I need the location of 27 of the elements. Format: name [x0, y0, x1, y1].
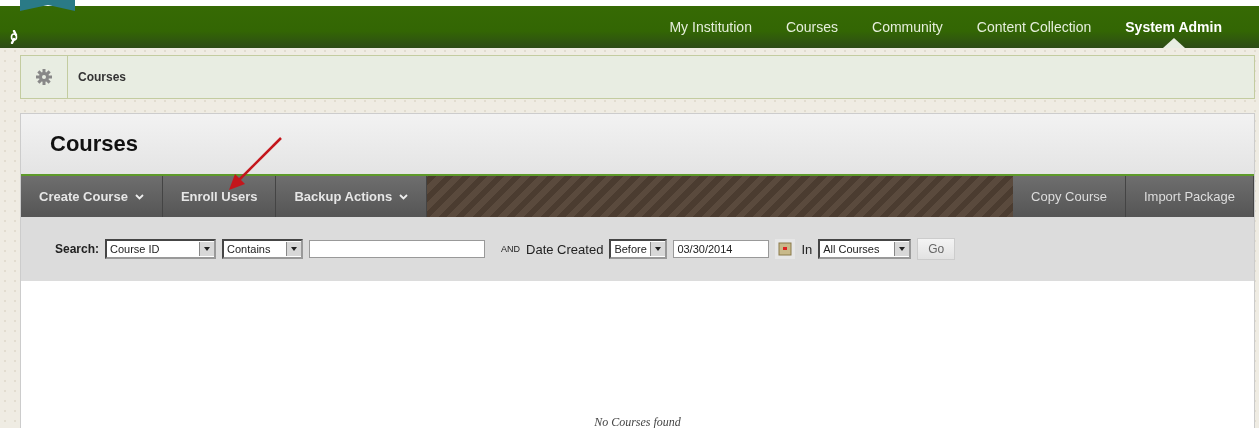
- nav-tab[interactable]: Courses: [768, 6, 856, 48]
- settings-icon[interactable]: [36, 69, 52, 85]
- date-field[interactable]: 03/30/2014: [673, 240, 770, 258]
- operator-select[interactable]: Contains: [222, 239, 304, 259]
- nav-tab[interactable]: Content Collection: [959, 6, 1109, 48]
- calendar-icon[interactable]: [775, 239, 796, 259]
- nav-tab[interactable]: Community: [855, 6, 960, 48]
- toolbar-button[interactable]: Create Course: [21, 176, 163, 217]
- date-operator-select[interactable]: Before: [609, 239, 668, 259]
- field-select[interactable]: Course ID: [105, 239, 217, 259]
- date-label: Date Created: [526, 241, 604, 257]
- nav-tab[interactable]: My Institution: [652, 6, 769, 48]
- page-title: Courses: [50, 131, 139, 157]
- search-field[interactable]: [309, 240, 486, 258]
- toolbar-button[interactable]: Import Package: [1125, 176, 1254, 217]
- in-label: In: [801, 241, 813, 257]
- toolbar-button[interactable]: Backup Actions: [276, 176, 428, 217]
- and-label: AND: [501, 244, 521, 254]
- go-button[interactable]: Go: [917, 238, 956, 260]
- toolbar-button[interactable]: Enroll Users: [162, 176, 277, 217]
- search-label: Search:: [55, 242, 100, 256]
- scope-select[interactable]: All Courses: [818, 239, 912, 259]
- breadcrumb-item[interactable]: Courses: [68, 70, 127, 84]
- toolbar-button[interactable]: Copy Course: [1013, 176, 1126, 217]
- link-icon: [8, 30, 20, 44]
- empty-message: No Courses found: [594, 415, 681, 428]
- logo-icon: [20, 0, 75, 11]
